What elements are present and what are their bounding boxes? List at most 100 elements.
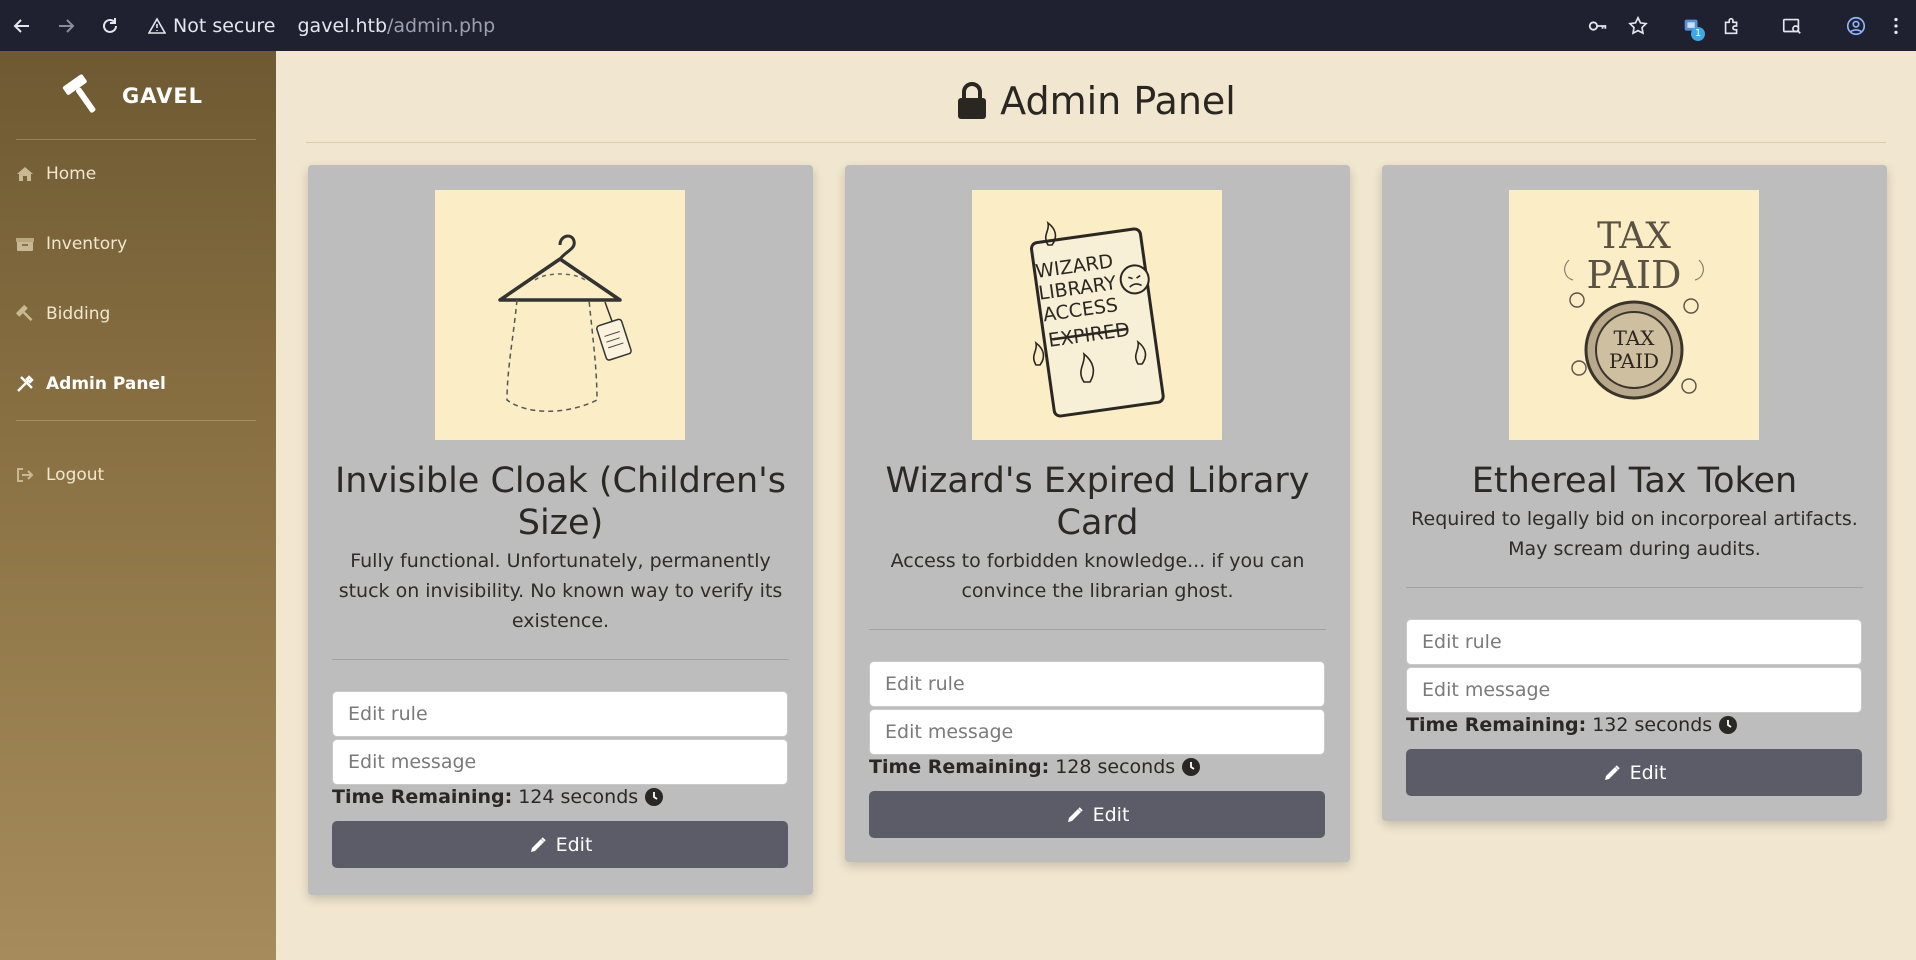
puzzle-icon [1724,17,1738,34]
more-vertical-icon [1894,17,1898,34]
sidebar-item-inventory[interactable]: Inventory [16,229,127,259]
time-remaining-label: Time Remaining: [869,756,1050,778]
time-remaining-value: 124 seconds [518,786,639,808]
item-description: Access to forbidden knowledge... if you … [890,550,1305,602]
tab-search-button[interactable] [1772,0,1812,51]
time-remaining-value: 128 seconds [1055,756,1176,778]
edit-button-label: Edit [1629,761,1667,784]
bookmark-button[interactable] [1618,0,1658,51]
extensions-menu-button[interactable] [1712,0,1752,51]
lock-icon [958,82,987,119]
hanger-illustration [498,234,632,412]
star-icon [1628,15,1648,35]
time-remaining: Time Remaining: 132 seconds [1406,714,1738,736]
extension-badge: 1 [1691,27,1705,41]
edit-button-label: Edit [1092,803,1130,826]
card-divider [332,659,789,660]
auction-card: WIZARD LIBRARY ACCESS EXPIRED Wizard's E… [845,165,1350,862]
reload-icon [103,17,117,33]
clock-icon [1182,758,1201,776]
home-icon [17,167,33,181]
sidebar-item-home[interactable]: Home [16,159,96,189]
browser-menu-button[interactable] [1876,0,1916,51]
item-description: Required to legally bid on incorporeal a… [1411,508,1858,560]
time-remaining: Time Remaining: 128 seconds [869,756,1201,778]
sidebar-item-admin-panel[interactable]: Admin Panel [16,369,166,399]
sidebar-item-label: Logout [46,465,105,485]
item-image: TAX PAID TAX PAID [1509,190,1759,440]
profile-icon [1846,16,1866,35]
sidebar-item-logout[interactable]: Logout [16,460,104,490]
sidebar-item-label: Bidding [46,304,111,324]
card-divider [869,629,1326,630]
page-title: Admin Panel [276,75,1916,127]
edit-rule-input[interactable] [332,691,788,737]
time-remaining-value: 132 seconds [1592,714,1713,736]
gavel-icon [62,74,96,113]
password-key-button[interactable] [1578,0,1618,51]
auction-card: TAX PAID TAX PAID Ethereal Tax Token Req… [1382,165,1887,821]
back-button[interactable] [0,0,44,51]
item-name: Invisible Cloak (Children's Size) [334,461,787,543]
edit-button[interactable]: Edit [1406,749,1862,796]
tax-token-illustration: TAX PAID TAX PAID [1564,216,1704,400]
url-host: gavel.htb [297,14,388,37]
clock-icon [1719,716,1738,734]
edit-rule-input[interactable] [869,661,1325,707]
edit-button[interactable]: Edit [869,791,1325,838]
sidebar-item-label: Home [46,164,97,184]
card-divider [1406,587,1863,588]
edit-button[interactable]: Edit [332,821,788,868]
time-remaining: Time Remaining: 124 seconds [332,786,664,808]
hammer-icon [16,305,33,322]
pencil-icon [1067,806,1083,822]
title-divider [306,142,1886,143]
brand-name: GAVEL [122,84,204,108]
arrow-right-icon [59,18,75,33]
warning-icon [148,16,166,34]
security-label: Not secure [173,14,276,37]
box-icon [16,238,34,251]
extension-button[interactable]: 1 [1672,0,1712,51]
url-path: /admin.php [387,14,496,37]
tools-icon [17,375,34,392]
sidebar-item-label: Inventory [46,234,128,254]
edit-message-input[interactable] [869,709,1325,755]
clock-icon [645,788,664,806]
address-bar[interactable]: Not secure gavel.htb/admin.php [148,8,495,43]
profile-button[interactable] [1836,0,1876,51]
sidebar-divider [16,139,256,140]
browser-toolbar: Not secure gavel.htb/admin.php 1 [0,0,1916,51]
item-name: Ethereal Tax Token [1471,461,1798,501]
sidebar-item-label: Admin Panel [46,374,166,394]
key-icon [1588,20,1607,31]
item-image [435,190,685,440]
logout-icon [17,468,34,482]
item-name: Wizard's Expired Library Card [885,461,1310,543]
sidebar-divider [16,420,256,421]
tab-search-icon [1782,18,1801,34]
token-text-line: PAID [1609,349,1659,373]
time-remaining-label: Time Remaining: [332,786,513,808]
token-text-line: PAID [1587,253,1682,297]
brand-logo[interactable]: GAVEL [62,71,203,121]
security-indicator[interactable]: Not secure [148,15,276,37]
edit-button-label: Edit [555,833,593,856]
auction-card: Invisible Cloak (Children's Size) Fully … [308,165,813,895]
edit-rule-input[interactable] [1406,619,1862,665]
forward-button[interactable] [44,0,88,51]
sidebar-item-bidding[interactable]: Bidding [16,299,110,329]
time-remaining-label: Time Remaining: [1406,714,1587,736]
item-image: WIZARD LIBRARY ACCESS EXPIRED [972,190,1222,440]
page-title-text: Admin Panel [1000,79,1236,123]
token-text-line: TAX [1614,326,1656,350]
item-description: Fully functional. Unfortunately, permane… [338,550,783,632]
arrow-left-icon [13,18,29,33]
library-card-illustration: WIZARD LIBRARY ACCESS EXPIRED [1029,221,1165,418]
edit-message-input[interactable] [1406,667,1862,713]
main-content: Admin Panel Invisible Cloak (Children's … [276,51,1916,960]
pencil-icon [1604,764,1620,780]
reload-button[interactable] [88,0,132,51]
edit-message-input[interactable] [332,739,788,785]
token-text-line: TAX [1597,216,1671,257]
